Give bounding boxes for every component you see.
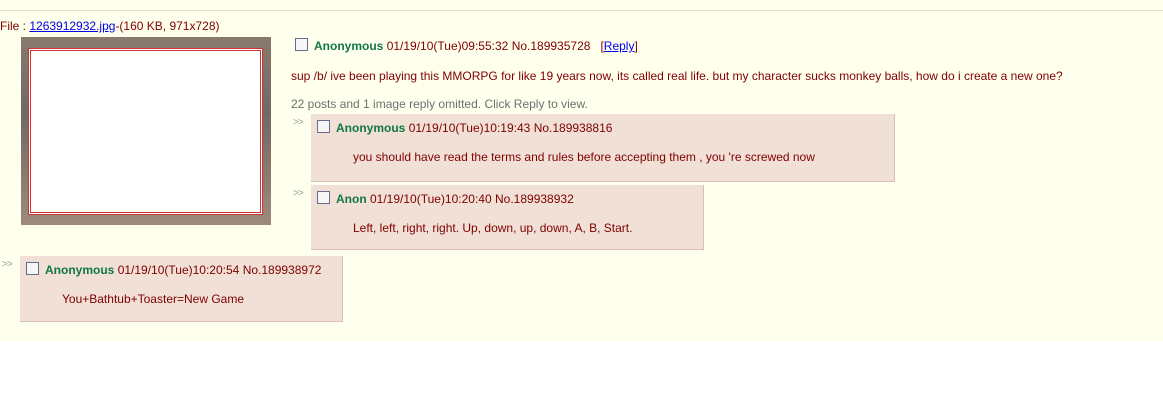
- post-datetime: 01/19/10(Tue)10:19:43: [408, 121, 531, 135]
- reply-header: Anon 01/19/10(Tue)10:20:40 No.189938932: [317, 191, 574, 206]
- reply-message: You+Bathtub+Toaster=New Game: [62, 292, 245, 306]
- reply-header: Anonymous 01/19/10(Tue)10:19:43 No.18993…: [317, 120, 612, 135]
- delete-checkbox[interactable]: [295, 38, 308, 51]
- reply-message: you should have read the terms and rules…: [353, 150, 815, 164]
- reply-post: Anonymous 01/19/10(Tue)10:19:43 No.18993…: [311, 114, 895, 182]
- delete-checkbox[interactable]: [317, 191, 330, 204]
- reply-marker: >>: [293, 117, 304, 128]
- reply-marker: >>: [293, 188, 304, 199]
- post-number[interactable]: No.189938932: [495, 192, 574, 206]
- op-thumbnail[interactable]: [21, 37, 271, 225]
- omitted-notice: 22 posts and 1 image reply omitted. Clic…: [291, 97, 588, 111]
- thread-board: File : 1263912932.jpg-(160 KB, 971x728) …: [0, 0, 1163, 341]
- reply-post: Anonymous 01/19/10(Tue)10:20:54 No.18993…: [20, 256, 343, 322]
- post-number[interactable]: No.189935728: [512, 39, 591, 53]
- poster-name: Anonymous: [336, 121, 406, 135]
- post-number[interactable]: No.189938816: [534, 121, 613, 135]
- post-datetime: 01/19/10(Tue)10:20:40: [370, 192, 492, 206]
- reply-post: Anon 01/19/10(Tue)10:20:40 No.189938932 …: [311, 185, 704, 250]
- op-message: sup /b/ ive been playing this MMORPG for…: [291, 69, 1063, 83]
- reply-message: Left, left, right, right. Up, down, up, …: [353, 221, 633, 235]
- delete-checkbox[interactable]: [317, 120, 330, 133]
- reply-marker: >>: [2, 259, 13, 270]
- post-datetime: 01/19/10(Tue)10:20:54: [117, 263, 240, 277]
- delete-checkbox[interactable]: [26, 262, 39, 275]
- reply-header: Anonymous 01/19/10(Tue)10:20:54 No.18993…: [26, 262, 321, 277]
- file-info-line: File : 1263912932.jpg-(160 KB, 971x728): [0, 19, 220, 33]
- reply-bracket-close: ]: [634, 39, 638, 53]
- file-label: File :: [0, 19, 30, 33]
- poster-name: Anonymous: [45, 263, 115, 277]
- reply-link[interactable]: Reply: [604, 39, 635, 53]
- poster-name: Anon: [336, 192, 367, 206]
- file-meta: -(160 KB, 971x728): [115, 19, 220, 33]
- thumbnail-image-frame: [28, 48, 263, 215]
- op-post-header: Anonymous 01/19/10(Tue)09:55:32 No.18993…: [295, 38, 638, 53]
- post-datetime: 01/19/10(Tue)09:55:32: [386, 39, 509, 53]
- divider: [0, 10, 1163, 11]
- file-link[interactable]: 1263912932.jpg: [29, 19, 115, 33]
- poster-name: Anonymous: [314, 39, 384, 53]
- post-number[interactable]: No.189938972: [243, 263, 322, 277]
